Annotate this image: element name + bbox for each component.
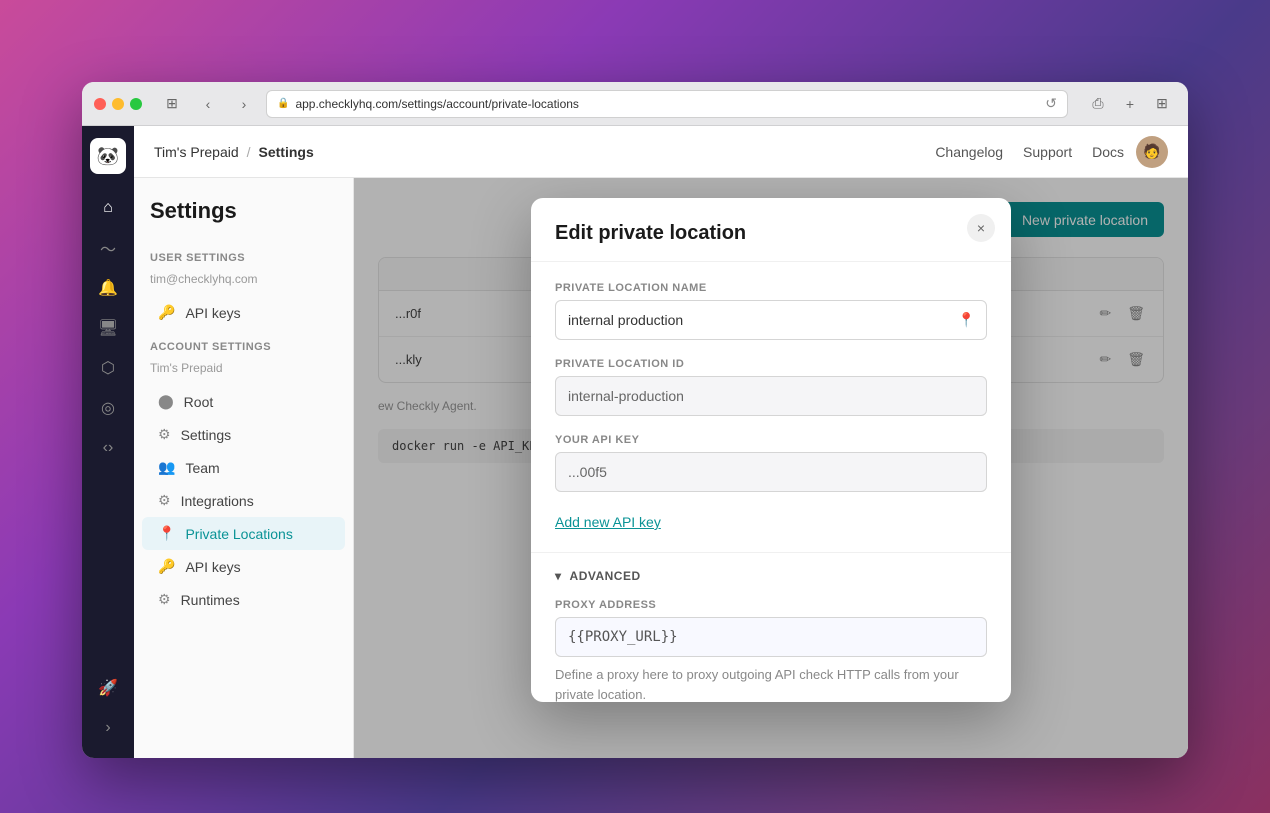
proxy-hint: Define a proxy here to proxy outgoing AP… bbox=[555, 665, 987, 702]
app-content: 🐼 ⌂ 〜 🔔 🖥 ⬡ ◎ ‹› 🚀 › Tim's Prepaid / Set… bbox=[82, 126, 1188, 758]
api-keys-account-label: API keys bbox=[185, 559, 240, 575]
runtimes-icon: ⚙ bbox=[158, 591, 171, 608]
lock-icon: 🔒 bbox=[277, 98, 289, 109]
grid-icon[interactable]: ⊞ bbox=[1148, 90, 1176, 118]
account-sub: Tim's Prepaid bbox=[134, 359, 353, 385]
integrations-label: Integrations bbox=[181, 493, 254, 509]
api-key-icon: 🔑 bbox=[158, 558, 175, 575]
sidebar-icon-checks[interactable]: 〜 bbox=[90, 230, 126, 266]
api-key-group: YOUR API KEY bbox=[555, 434, 987, 492]
integrations-icon: ⚙ bbox=[158, 492, 171, 509]
changelog-link[interactable]: Changelog bbox=[935, 144, 1003, 160]
location-name-label: PRIVATE LOCATION NAME bbox=[555, 282, 987, 294]
modal-close-button[interactable]: × bbox=[967, 214, 995, 242]
sidebar-toggle-icon[interactable]: ⊞ bbox=[158, 90, 186, 118]
back-button[interactable]: ‹ bbox=[194, 90, 222, 118]
browser-toolbar: ⊞ ‹ › 🔒 app.checklyhq.com/settings/accou… bbox=[82, 82, 1188, 126]
close-button[interactable] bbox=[94, 98, 106, 110]
team-icon: 👥 bbox=[158, 459, 175, 476]
advanced-toggle[interactable]: ▾ ADVANCED bbox=[555, 569, 987, 583]
sidebar: 🐼 ⌂ 〜 🔔 🖥 ⬡ ◎ ‹› 🚀 › bbox=[82, 126, 134, 758]
chevron-down-icon: ▾ bbox=[555, 569, 562, 583]
main-panel: Tim's Prepaid / Settings Changelog Suppo… bbox=[134, 126, 1188, 758]
sidebar-icon-code[interactable]: ‹› bbox=[90, 430, 126, 466]
sidebar-item-private-locations[interactable]: 📍 Private Locations bbox=[142, 517, 345, 550]
breadcrumb: Tim's Prepaid / Settings bbox=[154, 144, 314, 160]
private-locations-label: Private Locations bbox=[185, 526, 292, 542]
settings-label: Settings bbox=[181, 427, 232, 443]
advanced-label: ADVANCED bbox=[570, 569, 641, 583]
api-key-label: YOUR API KEY bbox=[555, 434, 987, 446]
sidebar-item-settings[interactable]: ⚙ Settings bbox=[142, 418, 345, 451]
key-icon: 🔑 bbox=[158, 304, 175, 321]
url-text: app.checklyhq.com/settings/account/priva… bbox=[295, 97, 578, 111]
settings-title: Settings bbox=[134, 198, 353, 240]
breadcrumb-separator: / bbox=[247, 144, 251, 160]
proxy-address-label: PROXY ADDRESS bbox=[555, 599, 987, 611]
nav-links: Changelog Support Docs bbox=[935, 144, 1124, 160]
location-name-group: PRIVATE LOCATION NAME 📍 bbox=[555, 282, 987, 340]
settings-layout: Settings USER SETTINGS tim@checklyhq.com… bbox=[134, 178, 1188, 758]
close-icon: × bbox=[977, 220, 985, 236]
sidebar-icon-rocket[interactable]: 🚀 bbox=[90, 670, 126, 706]
sidebar-item-root[interactable]: ⬤ Root bbox=[142, 385, 345, 418]
root-label: Root bbox=[184, 394, 214, 410]
forward-button[interactable]: › bbox=[230, 90, 258, 118]
location-id-input bbox=[555, 376, 987, 416]
modal-title: Edit private location bbox=[555, 222, 987, 245]
modal-header: Edit private location × bbox=[531, 198, 1011, 262]
share-icon[interactable]: ⎙ bbox=[1084, 90, 1112, 118]
modal-overlay: Edit private location × PRIVATE LOCATION… bbox=[354, 178, 1188, 758]
add-api-key-link[interactable]: Add new API key bbox=[555, 514, 661, 530]
maximize-button[interactable] bbox=[130, 98, 142, 110]
top-nav: Tim's Prepaid / Settings Changelog Suppo… bbox=[134, 126, 1188, 178]
support-link[interactable]: Support bbox=[1023, 144, 1072, 160]
sidebar-icon-globe[interactable]: ◎ bbox=[90, 390, 126, 426]
root-icon: ⬤ bbox=[158, 393, 174, 410]
breadcrumb-account[interactable]: Tim's Prepaid bbox=[154, 144, 239, 160]
settings-nav: Settings USER SETTINGS tim@checklyhq.com… bbox=[134, 178, 354, 758]
proxy-address-group: PROXY ADDRESS Define a proxy here to pro… bbox=[555, 599, 987, 702]
sidebar-item-api-keys-account[interactable]: 🔑 API keys bbox=[142, 550, 345, 583]
location-pin-icon: 📍 bbox=[958, 312, 975, 329]
sidebar-item-api-keys-user[interactable]: 🔑 API keys bbox=[142, 296, 345, 329]
location-icon: 📍 bbox=[158, 525, 175, 542]
browser-actions: ⎙ + ⊞ bbox=[1084, 90, 1176, 118]
sidebar-icon-alerts[interactable]: 🔔 bbox=[90, 270, 126, 306]
sidebar-item-team[interactable]: 👥 Team bbox=[142, 451, 345, 484]
minimize-button[interactable] bbox=[112, 98, 124, 110]
browser-window: ⊞ ‹ › 🔒 app.checklyhq.com/settings/accou… bbox=[82, 82, 1188, 758]
logo[interactable]: 🐼 bbox=[90, 138, 126, 174]
location-id-label: PRIVATE LOCATION ID bbox=[555, 358, 987, 370]
edit-location-modal: Edit private location × PRIVATE LOCATION… bbox=[531, 198, 1011, 702]
sidebar-icon-home[interactable]: ⌂ bbox=[90, 190, 126, 226]
sidebar-item-runtimes[interactable]: ⚙ Runtimes bbox=[142, 583, 345, 616]
api-keys-user-label: API keys bbox=[185, 305, 240, 321]
docs-link[interactable]: Docs bbox=[1092, 144, 1124, 160]
sidebar-icon-dashboards[interactable]: 🖥 bbox=[90, 310, 126, 346]
traffic-lights bbox=[94, 98, 142, 110]
team-label: Team bbox=[185, 460, 219, 476]
proxy-address-input[interactable] bbox=[555, 617, 987, 657]
account-settings-label: ACCOUNT SETTINGS bbox=[134, 329, 353, 359]
location-name-input[interactable] bbox=[555, 300, 987, 340]
breadcrumb-current: Settings bbox=[259, 144, 314, 160]
settings-content: 📍 New private location CREATED AT ... bbox=[354, 178, 1188, 758]
location-name-wrapper: 📍 bbox=[555, 300, 987, 340]
sidebar-item-integrations[interactable]: ⚙ Integrations bbox=[142, 484, 345, 517]
avatar[interactable]: 🧑 bbox=[1136, 136, 1168, 168]
address-bar[interactable]: 🔒 app.checklyhq.com/settings/account/pri… bbox=[266, 90, 1068, 118]
sidebar-icon-integrations[interactable]: ⬡ bbox=[90, 350, 126, 386]
runtimes-label: Runtimes bbox=[181, 592, 240, 608]
api-key-input bbox=[555, 452, 987, 492]
refresh-icon[interactable]: ↺ bbox=[1045, 95, 1057, 112]
new-tab-icon[interactable]: + bbox=[1116, 90, 1144, 118]
user-email: tim@checklyhq.com bbox=[134, 270, 353, 296]
advanced-section: ▾ ADVANCED PROXY ADDRESS Define a proxy … bbox=[531, 552, 1011, 702]
location-id-group: PRIVATE LOCATION ID bbox=[555, 358, 987, 416]
sidebar-expand-icon[interactable]: › bbox=[90, 710, 126, 746]
settings-icon: ⚙ bbox=[158, 426, 171, 443]
user-settings-label: USER SETTINGS bbox=[134, 240, 353, 270]
modal-body: PRIVATE LOCATION NAME 📍 PRIVATE LOCATION… bbox=[531, 262, 1011, 552]
